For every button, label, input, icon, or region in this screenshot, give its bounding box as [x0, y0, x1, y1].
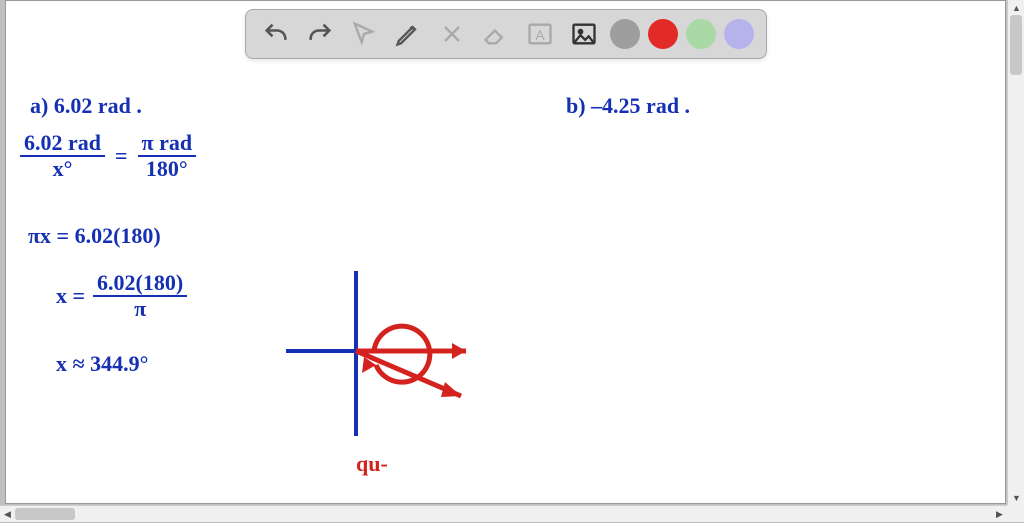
image-tool[interactable] [566, 16, 602, 52]
scroll-left-arrow[interactable]: ◀ [0, 506, 15, 523]
color-purple[interactable] [724, 19, 754, 49]
eq1-lhs-den: x° [20, 157, 105, 181]
scroll-down-arrow[interactable]: ▼ [1008, 490, 1024, 505]
eq1-lhs-num: 6.02 rad [20, 131, 105, 157]
color-gray[interactable] [610, 19, 640, 49]
pencil-tool[interactable] [390, 16, 426, 52]
whiteboard-canvas[interactable]: A a) 6.02 rad . b) –4.25 rad . 6.02 rad … [5, 0, 1006, 504]
eq1-equals: = [115, 143, 128, 169]
text-box-tool[interactable]: A [522, 16, 558, 52]
label-b: b) –4.25 rad . [566, 93, 690, 119]
scroll-right-arrow[interactable]: ▶ [992, 506, 1007, 523]
eq3-num: 6.02(180) [93, 271, 187, 297]
eq1-rhs-num: π rad [138, 131, 197, 157]
equation-4: x ≈ 344.9° [56, 351, 148, 377]
redo-button[interactable] [302, 16, 338, 52]
eq1-rhs-den: 180° [138, 157, 197, 181]
equation-1: 6.02 rad x° = π rad 180° [20, 131, 196, 181]
scroll-thumb-v[interactable] [1010, 15, 1022, 75]
color-red[interactable] [648, 19, 678, 49]
undo-button[interactable] [258, 16, 294, 52]
scrollbar-corner [1007, 505, 1024, 522]
eq3-den: π [93, 297, 187, 321]
label-a: a) 6.02 rad . [30, 93, 142, 119]
vertical-scrollbar[interactable]: ▲ ▼ [1007, 0, 1024, 505]
eraser-tool[interactable] [478, 16, 514, 52]
color-green[interactable] [686, 19, 716, 49]
drawing-toolbar: A [245, 9, 767, 59]
eq3-lhs: x = [56, 283, 85, 309]
equation-3: x = 6.02(180) π [56, 271, 187, 321]
tools-icon[interactable] [434, 16, 470, 52]
scroll-up-arrow[interactable]: ▲ [1008, 0, 1024, 15]
sketch-label: qu- [356, 451, 388, 477]
scroll-thumb-h[interactable] [15, 508, 75, 520]
angle-sketch [266, 261, 496, 461]
horizontal-scrollbar[interactable]: ◀ ▶ [0, 505, 1007, 522]
pointer-tool[interactable] [346, 16, 382, 52]
equation-2: πx = 6.02(180) [28, 223, 161, 249]
svg-text:A: A [535, 27, 545, 43]
